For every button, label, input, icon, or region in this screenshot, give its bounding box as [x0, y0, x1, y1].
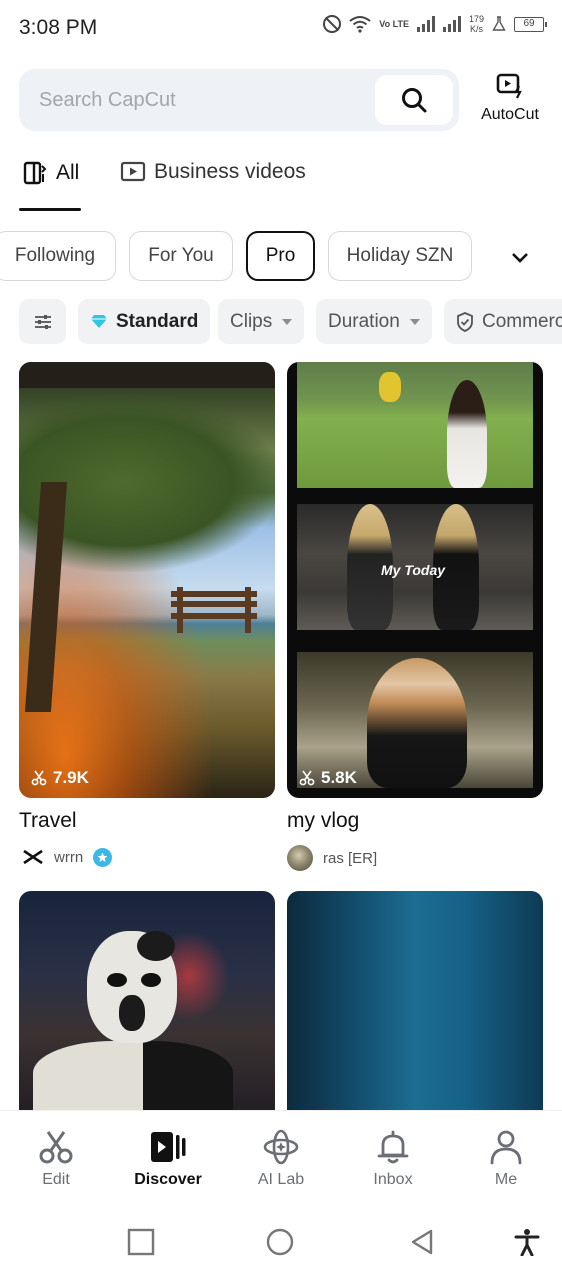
status-icons: Vo LTE 179 K/s 69	[323, 14, 547, 34]
usage-count-value: 5.8K	[321, 768, 357, 787]
tab-all-label: All	[56, 161, 80, 184]
verified-badge-icon	[93, 847, 113, 867]
filter-duration[interactable]: Duration	[316, 299, 432, 344]
search-icon	[402, 88, 427, 113]
diamond-icon	[91, 315, 107, 328]
usage-count-value: 7.9K	[53, 768, 89, 787]
wifi-icon	[349, 16, 371, 33]
nav-me[interactable]: Me	[456, 1129, 556, 1189]
chip-pro[interactable]: Pro	[246, 231, 315, 281]
capcut-logo-icon	[22, 846, 44, 868]
status-time: 3:08 PM	[19, 16, 98, 39]
vlog-clip-1	[297, 362, 533, 488]
shield-check-icon	[457, 311, 473, 332]
filter-clips-label: Clips	[230, 310, 273, 332]
usage-count: 7.9K	[31, 768, 89, 788]
template-thumbnail-my-vlog[interactable]: My Today 5.8K	[287, 362, 543, 798]
clown-hat	[137, 931, 175, 961]
flask-icon	[492, 16, 506, 31]
back-button[interactable]	[408, 1228, 436, 1256]
author-name: ras [ER]	[323, 849, 378, 867]
template-icon	[23, 161, 47, 185]
recent-apps-button[interactable]	[127, 1228, 155, 1256]
caret-down-icon	[409, 318, 420, 325]
nav-inbox[interactable]: Inbox	[343, 1129, 443, 1189]
tab-all[interactable]: All	[22, 160, 79, 186]
discover-icon	[151, 1132, 186, 1162]
nav-me-label: Me	[494, 1171, 518, 1188]
filter-bar: Standard Clips Duration Commercial	[0, 299, 562, 345]
nav-edit[interactable]: Edit	[6, 1129, 106, 1189]
usage-count: 5.8K	[299, 768, 357, 788]
nav-ai-lab-label: AI Lab	[257, 1171, 305, 1188]
template-author[interactable]: ras [ER]	[287, 845, 377, 871]
clown-body	[33, 1041, 233, 1121]
autocut-label: AutoCut	[481, 106, 539, 123]
avatar	[287, 845, 313, 871]
category-chips: Following For You Pro Holiday SZN	[0, 230, 500, 282]
do-not-disturb-icon	[323, 15, 342, 33]
autocut-icon	[496, 73, 522, 99]
clown-eye	[141, 973, 161, 987]
template-thumbnail-travel[interactable]: 7.9K	[19, 362, 275, 798]
autocut-button[interactable]: AutoCut	[474, 72, 546, 124]
network-speed-unit: K/s	[469, 24, 483, 34]
template-author[interactable]: wrrn	[22, 846, 113, 868]
template-title[interactable]: my vlog	[287, 809, 359, 833]
clown-eye	[107, 973, 127, 987]
template-thumbnail-4[interactable]	[287, 891, 543, 1131]
nav-ai-lab[interactable]: AI Lab	[231, 1129, 331, 1189]
template-thumbnail-3[interactable]	[19, 891, 275, 1131]
filter-duration-label: Duration	[328, 310, 400, 332]
scissors-icon	[31, 770, 47, 786]
accessibility-icon[interactable]	[513, 1228, 541, 1256]
thumbnail-frame	[19, 362, 275, 388]
author-name: wrrn	[54, 848, 84, 866]
atom-icon	[263, 1129, 299, 1165]
nav-edit-label: Edit	[42, 1171, 70, 1188]
tab-active-indicator	[19, 208, 81, 211]
sliders-icon	[34, 314, 51, 329]
nav-discover[interactable]: Discover	[118, 1129, 218, 1189]
nav-inbox-label: Inbox	[373, 1171, 413, 1188]
filter-standard-label: Standard	[116, 310, 199, 332]
scissors-icon	[299, 770, 315, 786]
filter-commercial[interactable]: Commercial	[444, 299, 562, 344]
caret-down-icon	[282, 318, 293, 325]
tab-business-videos-label: Business videos	[154, 160, 306, 183]
bell-icon	[377, 1130, 409, 1164]
filter-commercial-label: Commercial	[482, 310, 562, 332]
filter-standard[interactable]: Standard	[78, 299, 211, 344]
template-title[interactable]: Travel	[19, 809, 77, 833]
vlog-overlay-text: My Today	[381, 562, 446, 578]
clown-mouth	[119, 995, 145, 1031]
chip-following[interactable]: Following	[0, 231, 116, 281]
tab-business-videos[interactable]: Business videos	[120, 160, 306, 184]
status-bar: 3:08 PM Vo LTE 179 K/s 69	[0, 0, 562, 58]
battery-icon: 69	[514, 16, 547, 32]
scissors-icon	[39, 1131, 73, 1164]
lte-indicator: Vo LTE	[379, 18, 409, 29]
chip-for-you[interactable]: For You	[129, 231, 233, 281]
bench	[171, 587, 257, 633]
network-speed: 179 K/s	[469, 14, 484, 34]
nav-discover-label: Discover	[134, 1171, 202, 1188]
play-icon	[120, 161, 146, 182]
chip-holiday-szn[interactable]: Holiday SZN	[328, 231, 472, 281]
filter-settings-button[interactable]	[19, 299, 66, 344]
search-button[interactable]	[375, 75, 453, 125]
search-bar[interactable]: Search CapCut	[19, 69, 459, 131]
signal-bars-icon	[416, 16, 435, 32]
search-input[interactable]: Search CapCut	[39, 89, 176, 112]
chevron-down-icon	[512, 253, 528, 263]
signal-bars-2-icon	[442, 16, 461, 32]
network-speed-value: 179	[468, 14, 484, 24]
person-icon	[490, 1130, 522, 1165]
filter-clips[interactable]: Clips	[218, 299, 305, 344]
bottom-navigation: Edit Discover AI Lab Inbox Me	[0, 1110, 562, 1202]
home-button[interactable]	[266, 1228, 294, 1256]
expand-chips-button[interactable]	[506, 244, 534, 272]
system-navigation-bar	[0, 1202, 562, 1280]
